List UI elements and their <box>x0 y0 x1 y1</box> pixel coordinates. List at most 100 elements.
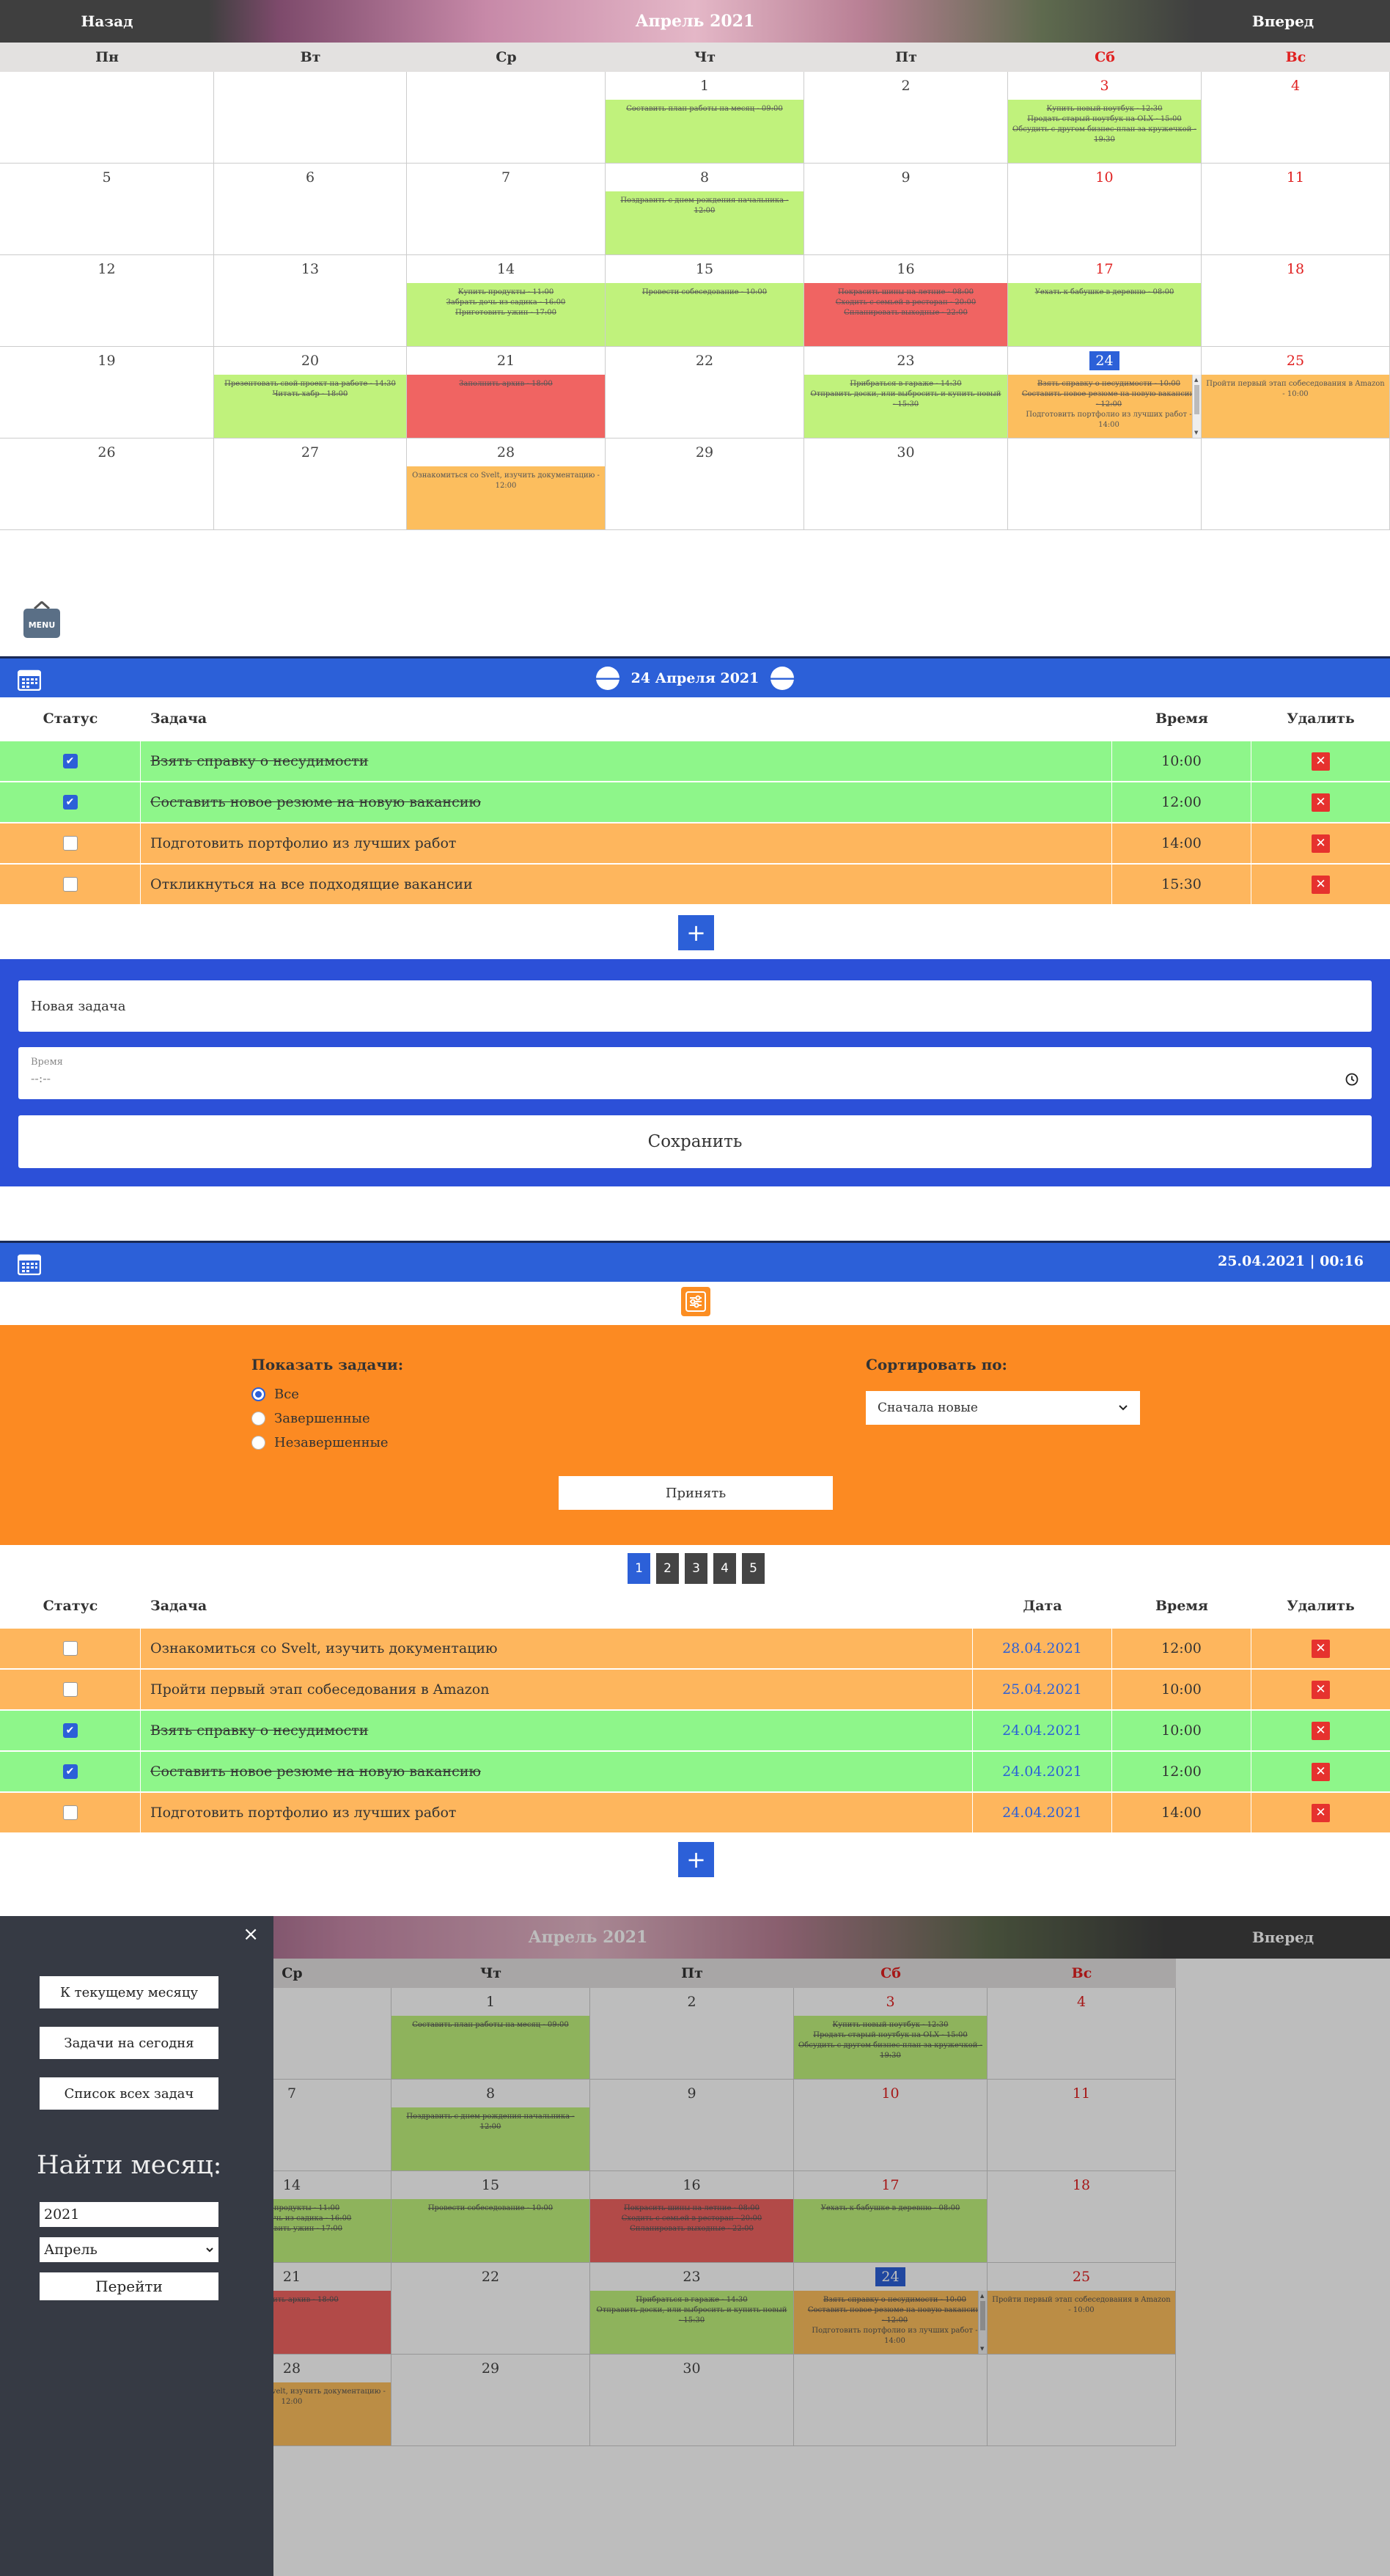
day-events[interactable]: Провести собеседование - 10:00 <box>606 283 804 346</box>
day-cell[interactable]: 3 Купить новый ноутбук - 12:30 Продать ста… <box>1008 72 1202 164</box>
day-cell[interactable]: 7 <box>407 164 606 255</box>
day-cell[interactable]: 15 Провести собеседование - 10:00 <box>606 255 804 347</box>
close-sidebar-button[interactable]: × <box>243 1923 259 1945</box>
day-cell[interactable]: 30 <box>804 438 1008 530</box>
day-cell[interactable]: 10 <box>1008 164 1202 255</box>
radio-button[interactable] <box>251 1412 265 1425</box>
event-item[interactable]: Презентовать свой проект на работе - 14:… <box>218 379 402 389</box>
delete-button[interactable]: ✕ <box>1312 1639 1330 1658</box>
event-item[interactable]: Поздравить с днем рождения начальника - … <box>610 196 799 216</box>
event-item[interactable]: Забрать дочь из садика - 16:00 <box>411 298 600 308</box>
day-events[interactable]: Взять справку о несудимости - 10:00 Соста… <box>1008 375 1201 438</box>
day-events[interactable]: Пройти первый этап собеседования в Amazo… <box>1202 375 1389 438</box>
current-month-button[interactable]: К текущему месяцу <box>40 1976 218 2008</box>
clock-icon[interactable] <box>1345 1073 1358 1086</box>
event-item[interactable]: Продать старый ноутбук на OLX - 15:00 <box>1012 114 1196 125</box>
day-events[interactable]: Прибраться в гараже - 14:30 Отправить дос… <box>804 375 1007 438</box>
day-cell[interactable]: 2 <box>804 72 1008 164</box>
page-button[interactable]: 1 <box>628 1553 650 1584</box>
scroll-thumb[interactable] <box>1194 385 1199 414</box>
day-cell[interactable]: 12 <box>0 255 214 347</box>
filter-radio[interactable]: Завершенные <box>251 1406 389 1431</box>
day-cell[interactable]: 11 <box>1202 164 1390 255</box>
prev-month-button[interactable]: Назад <box>0 12 214 30</box>
day-cell[interactable]: 17 Уехать к бабушке в деревню - 08:00 <box>1008 255 1202 347</box>
event-item[interactable]: Взять справку о несудимости - 10:00 <box>1021 379 1196 389</box>
event-scrollbar[interactable] <box>1192 375 1201 438</box>
day-events[interactable]: Купить новый ноутбук - 12:30 Продать стар… <box>1008 100 1201 163</box>
next-day-button[interactable]: 🡒 <box>763 666 802 690</box>
delete-button[interactable]: ✕ <box>1312 875 1330 894</box>
day-events[interactable]: Уехать к бабушке в деревню - 08:00 <box>1008 283 1201 346</box>
go-button[interactable]: Перейти <box>40 2272 218 2300</box>
event-item[interactable]: Отправить доски, или выбросить и купить … <box>809 389 1003 410</box>
filter-radio[interactable]: Незавершенные <box>251 1431 389 1455</box>
overlay-dim[interactable] <box>273 1916 1390 2576</box>
day-cell[interactable]: 19 <box>0 347 214 438</box>
day-cell[interactable]: 29 <box>606 438 804 530</box>
event-item[interactable]: Покрасить шины на летние - 08:00 <box>809 287 1003 298</box>
day-events[interactable]: Составить план работы на месяц - 09:00 <box>606 100 804 163</box>
delete-button[interactable]: ✕ <box>1312 1721 1330 1740</box>
day-cell[interactable]: 1 Составить план работы на месяц - 09:00 <box>606 72 804 164</box>
day-cell[interactable]: 20 Презентовать свой проект на работе - 1… <box>214 347 407 438</box>
delete-button[interactable]: ✕ <box>1312 834 1330 853</box>
filter-toggle-button[interactable] <box>681 1287 710 1316</box>
task-date[interactable]: 24.04.2021 <box>973 1711 1112 1750</box>
task-date[interactable]: 24.04.2021 <box>973 1793 1112 1832</box>
event-item[interactable]: Ознакомиться со Svelt, изучить документа… <box>411 471 600 491</box>
event-item[interactable]: Составить план работы на месяц - 09:00 <box>610 104 799 114</box>
prev-day-button[interactable]: 🡐 <box>588 666 627 690</box>
day-cell[interactable]: 21 Заполнить архив - 18:00 <box>407 347 606 438</box>
day-cell[interactable]: 6 <box>214 164 407 255</box>
event-item[interactable]: Купить продукты - 11:00 <box>411 287 600 298</box>
day-cell[interactable]: 24 Взять справку о несудимости - 10:00 Сос… <box>1008 347 1202 438</box>
day-cell[interactable]: 14 Купить продукты - 11:00 Забрать дочь из… <box>407 255 606 347</box>
delete-button[interactable]: ✕ <box>1312 1803 1330 1822</box>
day-cell[interactable]: 18 <box>1202 255 1390 347</box>
day-cell[interactable]: 26 <box>0 438 214 530</box>
add-task-button[interactable]: + <box>678 1842 714 1877</box>
task-date[interactable]: 24.04.2021 <box>973 1752 1112 1791</box>
day-events[interactable]: Покрасить шины на летние - 08:00 Сходить … <box>804 283 1007 346</box>
task-date[interactable]: 25.04.2021 <box>973 1670 1112 1709</box>
day-cell[interactable]: 16 Покрасить шины на летние - 08:00 Сходит… <box>804 255 1008 347</box>
day-cell[interactable]: 8 Поздравить с днем рождения начальника -… <box>606 164 804 255</box>
apply-filter-button[interactable]: Принять <box>559 1476 833 1510</box>
day-cell[interactable]: 5 <box>0 164 214 255</box>
today-tasks-button[interactable]: Задачи на сегодня <box>40 2027 218 2059</box>
day-events[interactable]: Заполнить архив - 18:00 <box>407 375 605 438</box>
event-item[interactable]: Уехать к бабушке в деревню - 08:00 <box>1012 287 1196 298</box>
day-events[interactable]: Поздравить с днем рождения начальника - … <box>606 191 804 254</box>
radio-button[interactable] <box>251 1436 265 1450</box>
add-task-button[interactable]: + <box>678 915 714 950</box>
filter-radio[interactable]: Все <box>251 1382 389 1406</box>
delete-button[interactable]: ✕ <box>1312 1762 1330 1781</box>
day-events[interactable]: Ознакомиться со Svelt, изучить документа… <box>407 466 605 529</box>
event-item[interactable]: Провести собеседование - 10:00 <box>610 287 799 298</box>
event-item[interactable]: Приготовить ужин - 17:00 <box>411 308 600 318</box>
day-cell[interactable]: 4 <box>1202 72 1390 164</box>
delete-button[interactable]: ✕ <box>1312 793 1330 812</box>
save-button[interactable]: Сохранить <box>18 1115 1372 1168</box>
task-checkbox[interactable] <box>62 1805 78 1820</box>
event-item[interactable]: Составить новое резюме на новую вакансию… <box>1021 389 1196 410</box>
task-checkbox[interactable] <box>62 836 78 851</box>
calendar-icon[interactable] <box>18 1253 41 1275</box>
all-tasks-button[interactable]: Список всех задач <box>40 2077 218 2110</box>
day-cell[interactable]: 13 <box>214 255 407 347</box>
day-cell[interactable]: 23 Прибраться в гараже - 14:30 Отправить д… <box>804 347 1008 438</box>
event-item[interactable]: Читать хабр - 18:00 <box>218 389 402 400</box>
task-checkbox[interactable] <box>62 1682 78 1697</box>
event-item[interactable]: Подготовить портфолио из лучших работ - … <box>1021 410 1196 430</box>
next-month-button[interactable]: Вперед <box>1176 12 1390 30</box>
time-input[interactable]: Время --:-- <box>18 1047 1372 1099</box>
radio-button[interactable] <box>251 1387 265 1401</box>
event-item[interactable]: Пройти первый этап собеседования в Amazo… <box>1206 379 1385 400</box>
day-cell[interactable]: 28 Ознакомиться со Svelt, изучить докумен… <box>407 438 606 530</box>
menu-icon[interactable]: MENU <box>22 601 62 639</box>
day-events[interactable]: Купить продукты - 11:00 Забрать дочь из с… <box>407 283 605 346</box>
day-cell[interactable]: 9 <box>804 164 1008 255</box>
event-item[interactable]: Прибраться в гараже - 14:30 <box>809 379 1003 389</box>
task-checkbox[interactable]: ✔ <box>62 754 78 768</box>
